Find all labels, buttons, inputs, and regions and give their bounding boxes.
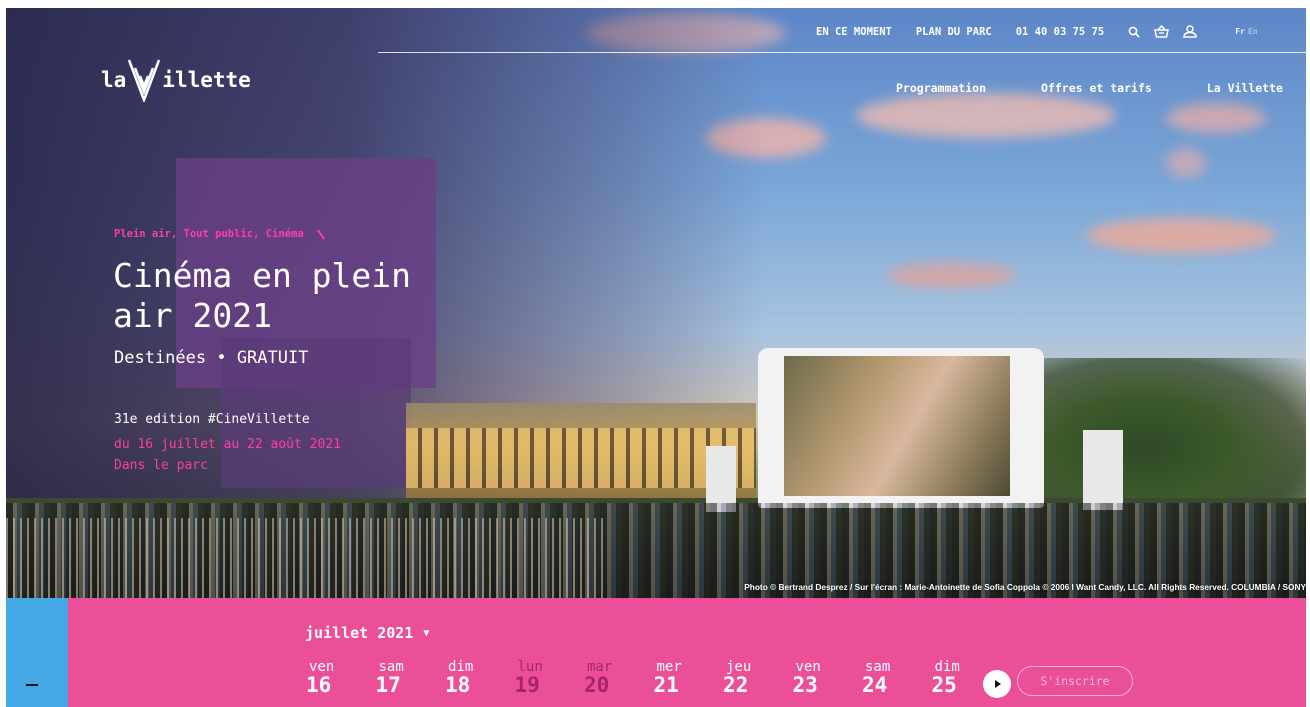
signup-button[interactable]: S'inscrire	[1017, 666, 1133, 696]
day-name: mer	[656, 659, 682, 675]
nav-offres-et-tarifs[interactable]: Offres et tarifs	[1041, 81, 1152, 95]
logo-text-illette: illette	[162, 68, 251, 92]
header-divider	[378, 52, 1306, 53]
photo-credit: Photo © Bertrand Desprez / Sur l'écran :…	[744, 582, 1306, 592]
link-plan-du-parc[interactable]: PLAN DU PARC	[916, 26, 992, 38]
search-icon[interactable]	[1128, 26, 1140, 38]
account-icon[interactable]	[1183, 25, 1197, 38]
play-arrow-icon	[995, 680, 1001, 688]
day-name: sam	[865, 659, 891, 675]
day-strip: ven 16 sam 17 dim 18 lun 19 mar 20 mer 21 jeu 2…	[306, 660, 1001, 696]
day-item[interactable]: mar 20	[584, 660, 654, 696]
day-item[interactable]: jeu 22	[723, 660, 793, 696]
day-item[interactable]: sam 24	[862, 660, 932, 696]
logo[interactable]: la illette	[101, 58, 251, 102]
day-name: ven	[795, 659, 821, 675]
link-en-ce-moment[interactable]: EN CE MOMENT	[816, 26, 892, 38]
day-item[interactable]: lun 19	[515, 660, 585, 696]
day-number: 19	[514, 673, 540, 697]
month-label: juillet 2021	[305, 624, 414, 642]
day-item[interactable]: ven 16	[306, 660, 376, 696]
event-tags: Plein air, Tout public, Cinéma	[114, 228, 325, 240]
logo-text-la: la	[101, 68, 127, 92]
day-name: mar	[587, 659, 613, 675]
event-location: Dans le parc	[114, 458, 208, 473]
day-number: 21	[653, 673, 679, 697]
caret-down-icon: ▼	[423, 627, 430, 639]
logo-v-icon	[128, 59, 161, 102]
day-number: 22	[723, 673, 749, 697]
day-number: 24	[862, 673, 888, 697]
day-name: lun	[517, 659, 543, 675]
language-switcher[interactable]: Fr En	[1235, 27, 1257, 36]
day-number: 18	[445, 673, 471, 697]
day-item[interactable]: mer 21	[654, 660, 724, 696]
day-name: ven	[309, 659, 335, 675]
month-selector[interactable]: juillet 2021 ▼	[305, 624, 429, 642]
top-nav: EN CE MOMENT PLAN DU PARC 01 40 03 75 75…	[816, 25, 1258, 38]
day-name: jeu	[726, 659, 752, 675]
event-edition: 31e edition #CineVillette	[114, 412, 310, 427]
lang-fr[interactable]: Fr	[1235, 27, 1245, 36]
day-item[interactable]: ven 23	[793, 660, 863, 696]
day-number: 23	[792, 673, 818, 697]
nav-programmation[interactable]: Programmation	[896, 81, 986, 95]
page: la illette EN CE MOMENT PLAN DU PARC 01 …	[6, 8, 1306, 707]
day-item[interactable]: dim 18	[445, 660, 515, 696]
calendar-side-panel	[6, 598, 68, 707]
event-subtitle: Destinées • GRATUIT	[114, 348, 309, 368]
basket-icon[interactable]	[1154, 25, 1170, 38]
day-item[interactable]: sam 17	[376, 660, 446, 696]
day-number: 20	[584, 673, 610, 697]
event-title: Cinéma en plein air 2021	[113, 256, 412, 335]
event-tags-text: Plein air, Tout public, Cinéma	[114, 228, 304, 240]
day-name: dim	[448, 659, 474, 675]
collapse-button[interactable]	[26, 684, 38, 686]
lang-en[interactable]: En	[1248, 27, 1258, 36]
day-name: sam	[378, 659, 404, 675]
nav-la-villette[interactable]: La Villette	[1207, 81, 1283, 95]
day-number: 16	[306, 673, 332, 697]
phone-number[interactable]: 01 40 03 75 75	[1016, 26, 1105, 38]
main-nav: Programmation Offres et tarifs La Villet…	[896, 81, 1283, 95]
day-number: 17	[375, 673, 401, 697]
next-days-button[interactable]	[983, 670, 1011, 698]
event-dates: du 16 juillet au 22 août 2021	[114, 437, 341, 452]
